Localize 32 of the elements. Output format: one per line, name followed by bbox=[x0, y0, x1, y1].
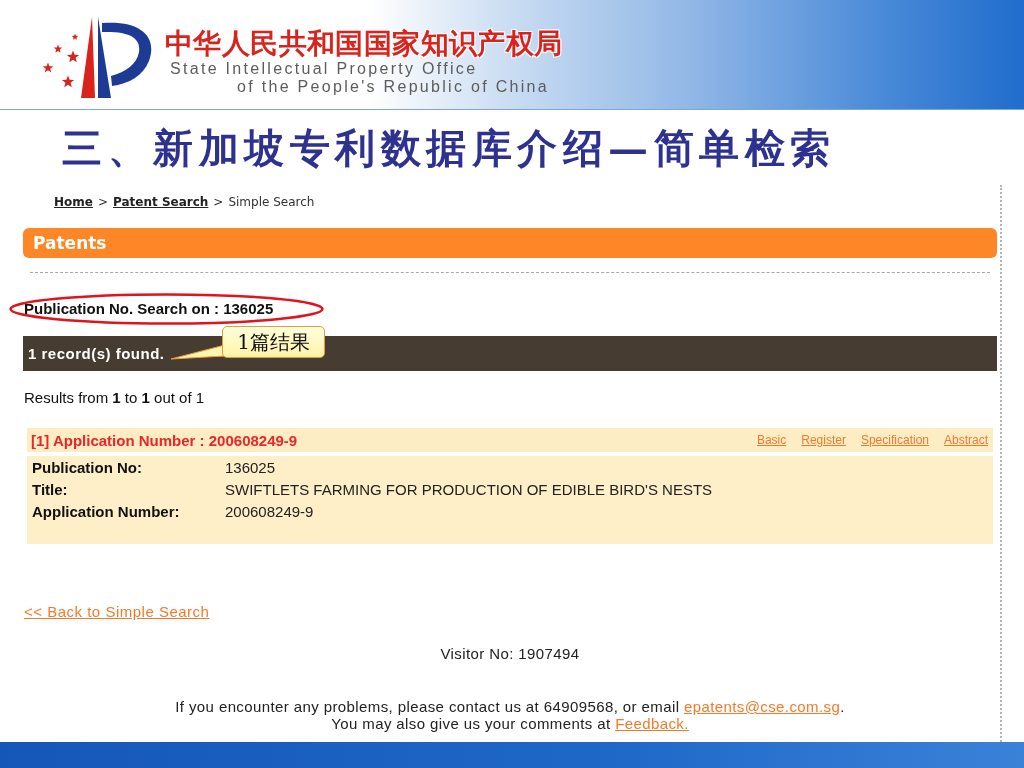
record-link[interactable]: Specification bbox=[860, 433, 929, 447]
breadcrumb-separator: > bbox=[213, 195, 224, 209]
field-label: Application Number: bbox=[32, 502, 180, 522]
field-label: Title: bbox=[32, 480, 68, 500]
org-name-english: of the People's Republic of China bbox=[237, 78, 549, 96]
search-summary: Publication No. Search on : 136025 bbox=[24, 300, 274, 317]
results-range: Results from 1 to 1 out of 1 bbox=[24, 388, 205, 408]
field-value: 200608249-9 bbox=[225, 502, 314, 522]
section-header: Patents bbox=[23, 228, 997, 258]
visitor-count: Visitor No: 1907494 bbox=[440, 645, 580, 662]
callout-label: 1篇结果 bbox=[222, 326, 325, 358]
record-link[interactable]: Register bbox=[801, 433, 846, 447]
record-link[interactable]: Abstract bbox=[944, 433, 988, 447]
back-link[interactable]: << Back to Simple Search bbox=[24, 602, 210, 622]
callout-pointer bbox=[170, 342, 226, 361]
field-label: Publication No: bbox=[32, 458, 142, 478]
breadcrumb-link[interactable]: Patent Search bbox=[113, 195, 209, 209]
contact-text: You may also give us your comments at Feedback. bbox=[331, 715, 689, 732]
breadcrumb-separator: > bbox=[97, 195, 108, 209]
record-link[interactable]: Basic bbox=[756, 433, 787, 447]
contact-link[interactable]: Feedback. bbox=[615, 715, 689, 732]
field-value: 136025 bbox=[225, 458, 276, 478]
contact-text: If you encounter any problems, please contact us at 64909568, or email epatents@cse.com.sg. bbox=[175, 698, 845, 715]
contact-link[interactable]: epatents@cse.com.sg bbox=[683, 698, 841, 715]
org-name-english: State Intellectual Property Office bbox=[170, 60, 478, 78]
breadcrumb-current: Simple Search bbox=[228, 195, 315, 209]
records-count: 1 record(s) found. bbox=[28, 345, 165, 362]
slide-title: 三、新加坡专利数据库介绍—简单检索 bbox=[62, 124, 836, 171]
field-value: SWIFTLETS FARMING FOR PRODUCTION OF EDIBLE BIRD'S NESTS bbox=[225, 480, 713, 500]
org-name-chinese: 中华人民共和国国家知识产权局 bbox=[165, 28, 563, 60]
result-heading: [1] Application Number : 200608249-9 bbox=[31, 431, 298, 449]
breadcrumb-link[interactable]: Home bbox=[54, 195, 93, 209]
